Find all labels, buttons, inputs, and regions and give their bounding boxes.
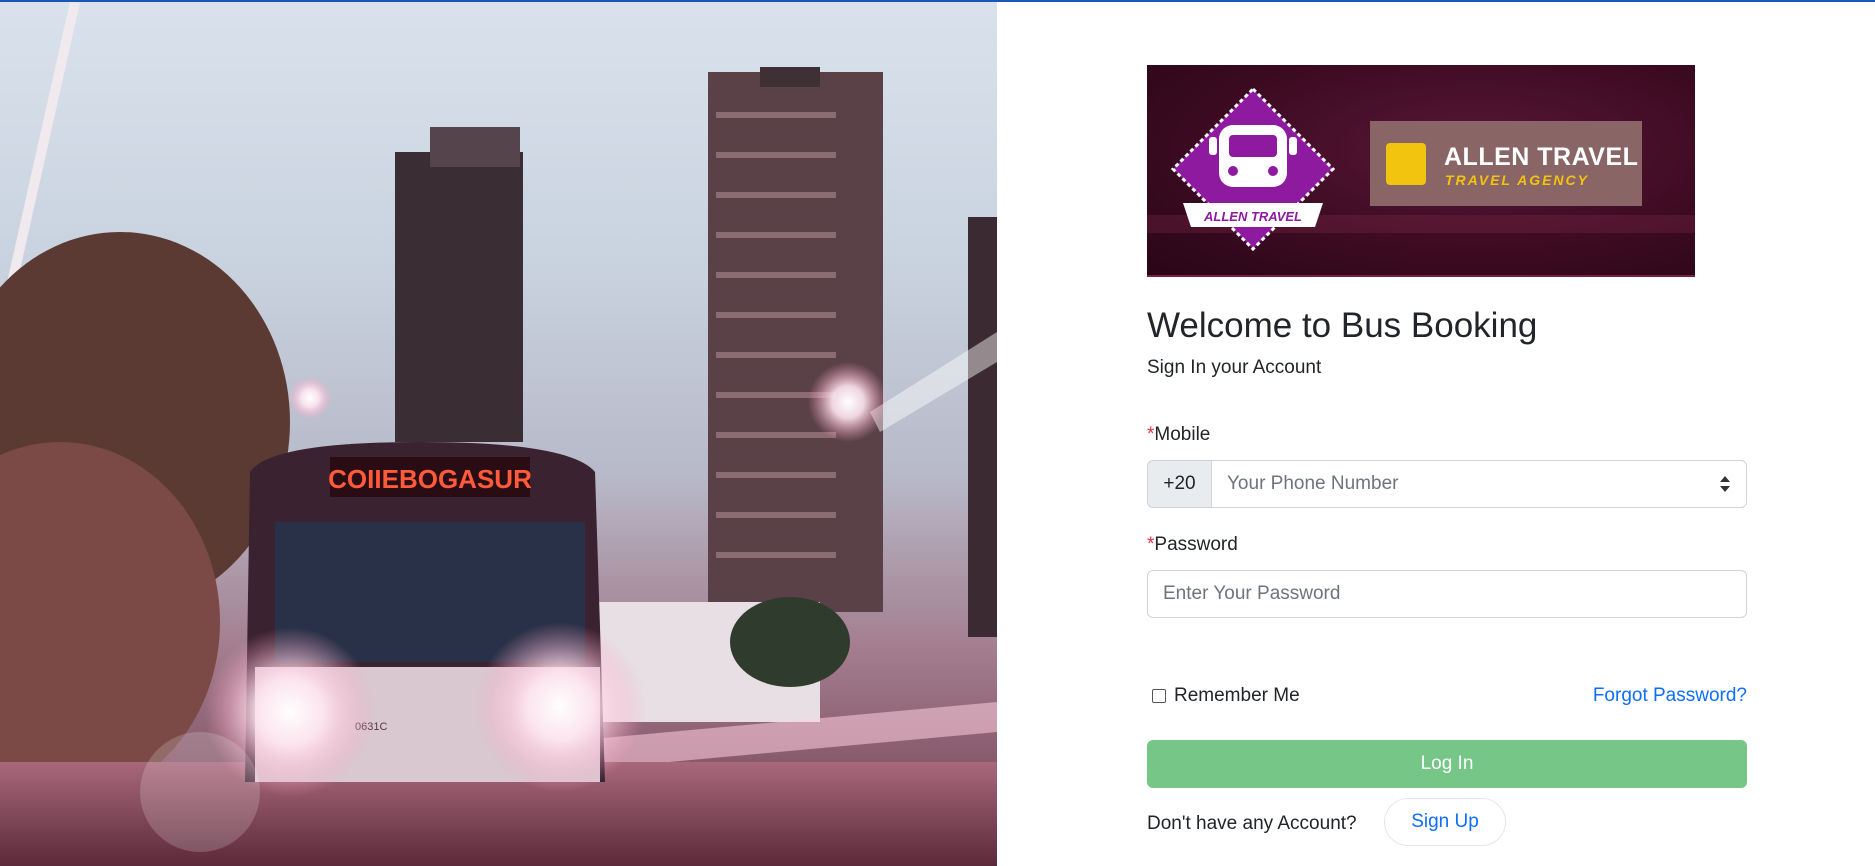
- brand-name: ALLEN TRAVEL: [1444, 143, 1639, 171]
- remember-me-label: Remember Me: [1174, 685, 1300, 706]
- mobile-input-group: +20 Your Phone Number: [1147, 460, 1747, 508]
- password-placeholder: Enter Your Password: [1163, 583, 1341, 604]
- remember-me-checkbox[interactable]: [1152, 689, 1166, 703]
- remember-me[interactable]: Remember Me: [1152, 685, 1300, 707]
- phone-placeholder: Your Phone Number: [1227, 473, 1399, 494]
- bus-destination-sign: COIIEBOGASUR: [328, 464, 532, 494]
- number-spinner-icon[interactable]: [1718, 473, 1732, 495]
- signup-button[interactable]: Sign Up: [1384, 798, 1506, 846]
- bus-badge-logo-icon: ALLEN TRAVEL: [1170, 86, 1336, 252]
- brand-banner: ALLEN TRAVEL ALLEN TRAVEL TRAVEL AGENCY: [1147, 65, 1695, 277]
- password-input[interactable]: Enter Your Password: [1147, 570, 1747, 618]
- password-label-text: Password: [1154, 534, 1238, 555]
- mobile-label: *Mobile: [1147, 424, 1210, 446]
- login-button[interactable]: Log In: [1147, 740, 1747, 788]
- password-label: *Password: [1147, 534, 1238, 556]
- mobile-label-text: Mobile: [1154, 424, 1211, 445]
- phone-input[interactable]: Your Phone Number: [1211, 460, 1747, 508]
- no-account-text: Don't have any Account?: [1147, 813, 1357, 834]
- page-subtitle: Sign In your Account: [1147, 357, 1322, 378]
- forgot-password-link[interactable]: Forgot Password?: [1593, 685, 1747, 707]
- brand-logo: ALLEN TRAVEL TRAVEL AGENCY: [1370, 121, 1642, 206]
- hero-image: COIIEBOGASUR 0631C: [0, 2, 997, 866]
- country-code-prefix: +20: [1147, 460, 1211, 508]
- badge-text: ALLEN TRAVEL: [1203, 209, 1302, 224]
- brand-tagline: TRAVEL AGENCY: [1445, 172, 1589, 188]
- brand-square-icon: [1378, 135, 1426, 185]
- page-title: Welcome to Bus Booking: [1147, 306, 1538, 345]
